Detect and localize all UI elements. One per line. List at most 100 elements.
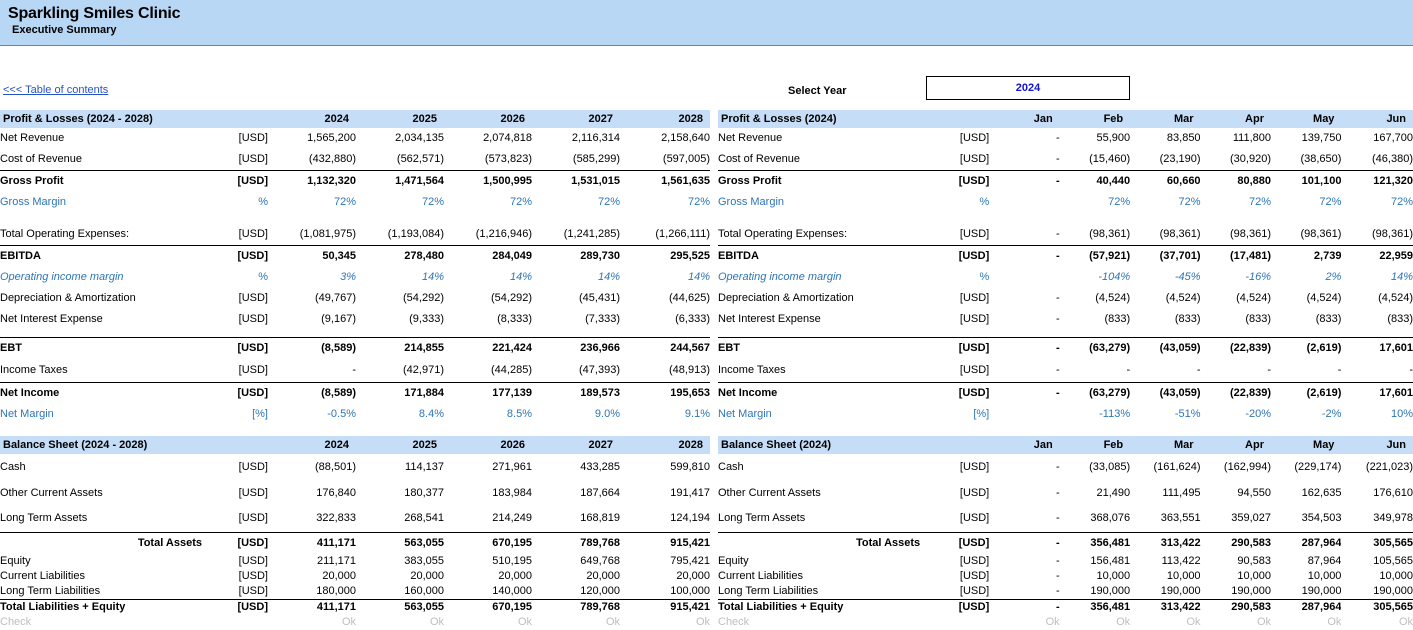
data-cell: 1,565,200 — [268, 128, 356, 149]
table-row: Net Income[USD]-(63,279)(43,059)(22,839)… — [718, 383, 1413, 405]
section-title: Profit & Losses (2024) — [718, 110, 926, 128]
row-label: Equity — [0, 554, 208, 569]
bs-monthly-body: Balance Sheet (2024)JanFebMarAprMayJunCa… — [718, 431, 1413, 630]
data-cell: (9,167) — [268, 309, 356, 330]
section-unit-spacer — [208, 431, 268, 455]
data-cell: 176,610 — [1341, 480, 1413, 506]
table-of-contents-link[interactable]: <<< Table of contents — [3, 84, 108, 96]
table-row: Gross Margin%72%72%72%72%72% — [0, 192, 710, 213]
data-cell: 80,880 — [1201, 171, 1271, 193]
row-unit: [USD] — [926, 480, 989, 506]
data-cell: (585,299) — [532, 149, 620, 171]
data-cell: (46,380) — [1341, 149, 1413, 171]
row-unit: [USD] — [208, 246, 268, 268]
data-cell: (9,333) — [356, 309, 444, 330]
data-cell: 180,377 — [356, 480, 444, 506]
data-cell: 94,550 — [1201, 480, 1271, 506]
table-row: Depreciation & Amortization[USD](49,767)… — [0, 288, 710, 309]
data-cell: (57,921) — [1060, 246, 1130, 268]
data-cell: 383,055 — [356, 554, 444, 569]
table-row: Long Term Liabilities[USD]180,000160,000… — [0, 584, 710, 600]
row-label: Total Assets — [0, 532, 208, 554]
row-label: Net Revenue — [718, 128, 926, 149]
table-row: Equity[USD]-156,481113,42290,58387,96410… — [718, 554, 1413, 569]
data-cell: 72% — [1271, 192, 1341, 213]
row-unit: [%] — [208, 404, 268, 425]
column-header: 2024 — [268, 431, 356, 455]
data-cell: 211,171 — [268, 554, 356, 569]
row-unit: [USD] — [926, 454, 989, 480]
column-header: 2028 — [620, 110, 710, 128]
balance-sheet-monthly-table: Balance Sheet (2024)JanFebMarAprMayJunCa… — [718, 425, 1413, 630]
row-unit: [USD] — [208, 599, 268, 615]
data-cell: - — [989, 149, 1059, 171]
data-cell: 1,531,015 — [532, 171, 620, 193]
data-cell: (6,333) — [620, 309, 710, 330]
section-unit-spacer — [926, 110, 989, 128]
data-cell: Ok — [1130, 615, 1200, 630]
data-cell: - — [1130, 359, 1200, 383]
data-cell: 268,541 — [356, 506, 444, 532]
row-unit: [USD] — [208, 480, 268, 506]
data-cell: (833) — [1060, 309, 1130, 330]
row-unit: [USD] — [208, 359, 268, 383]
data-cell: 789,768 — [532, 532, 620, 554]
data-cell: - — [989, 246, 1059, 268]
column-header: May — [1271, 110, 1341, 128]
table-row: EBT[USD](8,589)214,855221,424236,966244,… — [0, 338, 710, 360]
table-row: Total Liabilities + Equity[USD]-356,4813… — [718, 599, 1413, 615]
data-cell: 72% — [1060, 192, 1130, 213]
table-row: Total Assets[USD]411,171563,055670,19578… — [0, 532, 710, 554]
row-label: Total Operating Expenses: — [718, 224, 926, 246]
spacer-row — [0, 213, 710, 224]
data-cell: (98,361) — [1341, 224, 1413, 246]
spacer-cell — [718, 213, 1413, 224]
year-selector-input[interactable]: 2024 — [926, 76, 1130, 100]
data-cell: -2% — [1271, 404, 1341, 425]
data-cell: (4,524) — [1341, 288, 1413, 309]
row-label: Current Liabilities — [0, 569, 208, 584]
data-cell: 20,000 — [444, 569, 532, 584]
table-row: Income Taxes[USD]-(42,971)(44,285)(47,39… — [0, 359, 710, 383]
select-year-label: Select Year — [788, 85, 847, 97]
column-header: Jun — [1341, 110, 1413, 128]
row-unit: [USD] — [208, 149, 268, 171]
table-row: Long Term Liabilities[USD]-190,000190,00… — [718, 584, 1413, 600]
row-label: Income Taxes — [718, 359, 926, 383]
profit-and-losses-monthly-table: Profit & Losses (2024)JanFebMarAprMayJun… — [718, 110, 1413, 425]
column-header: Feb — [1060, 431, 1130, 455]
row-label: Gross Profit — [0, 171, 208, 193]
data-cell: - — [1060, 359, 1130, 383]
pl-monthly-body: Profit & Losses (2024)JanFebMarAprMayJun… — [718, 110, 1413, 425]
data-cell: 14% — [1341, 267, 1413, 288]
spacer-row — [0, 330, 710, 338]
data-cell: (42,971) — [356, 359, 444, 383]
table-row: Long Term Assets[USD]-368,076363,551359,… — [718, 506, 1413, 532]
data-cell: 313,422 — [1130, 599, 1200, 615]
page-subtitle: Executive Summary — [8, 23, 1413, 38]
row-unit: [USD] — [926, 224, 989, 246]
table-row: Net Revenue[USD]-55,90083,850111,800139,… — [718, 128, 1413, 149]
data-cell: - — [1271, 359, 1341, 383]
row-unit: [USD] — [208, 288, 268, 309]
section-title: Balance Sheet (2024) — [718, 431, 926, 455]
data-cell: 120,000 — [532, 584, 620, 600]
data-cell: - — [989, 338, 1059, 360]
row-label: Income Taxes — [0, 359, 208, 383]
data-cell: -113% — [1060, 404, 1130, 425]
row-label: Total Liabilities + Equity — [718, 599, 926, 615]
balance-sheet-annual-table: Balance Sheet (2024 - 2028)2024202520262… — [0, 425, 710, 630]
data-cell: 187,664 — [532, 480, 620, 506]
row-unit: % — [926, 192, 989, 213]
data-cell: (1,081,975) — [268, 224, 356, 246]
data-cell: (15,460) — [1060, 149, 1130, 171]
table-row: Total Liabilities + Equity[USD]411,17156… — [0, 599, 710, 615]
data-cell: (22,839) — [1201, 383, 1271, 405]
data-cell: Ok — [1271, 615, 1341, 630]
data-cell — [989, 404, 1059, 425]
column-header: May — [1271, 431, 1341, 455]
data-cell: (54,292) — [444, 288, 532, 309]
table-row: EBT[USD]-(63,279)(43,059)(22,839)(2,619)… — [718, 338, 1413, 360]
data-cell: (1,193,084) — [356, 224, 444, 246]
data-cell: - — [989, 532, 1059, 554]
